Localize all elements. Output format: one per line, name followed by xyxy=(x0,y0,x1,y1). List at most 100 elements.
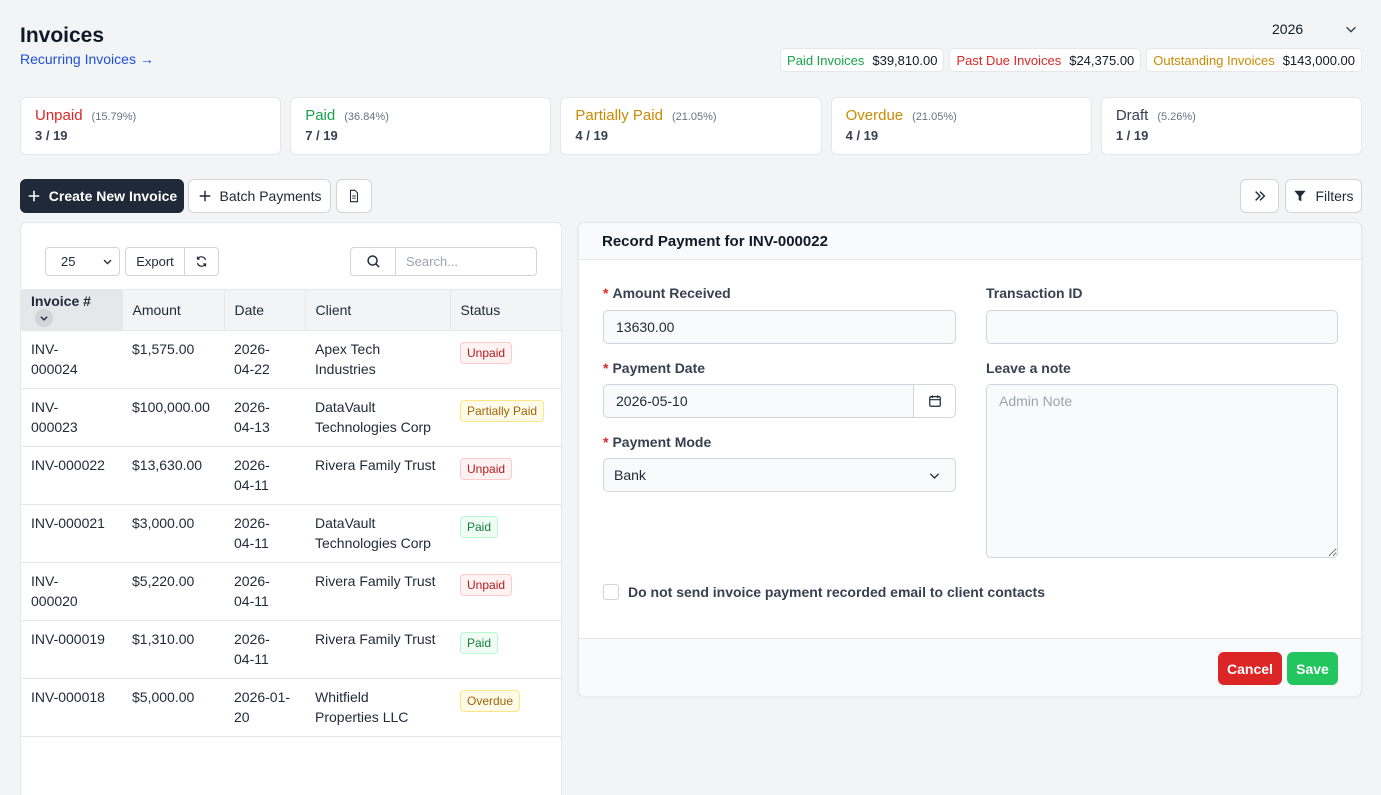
status-cell: Paid xyxy=(450,504,561,563)
plus-icon xyxy=(28,190,40,202)
status-cards: Unpaid (15.79%) 3 / 19 Paid (36.84%) 7 / 1… xyxy=(20,97,1363,155)
recurring-invoices-link[interactable]: Recurring Invoices → xyxy=(20,51,154,67)
client-cell: Whitfield Properties LLC xyxy=(305,678,450,737)
column-header-label: Invoice # xyxy=(31,292,91,309)
sort-chevron-icon[interactable] xyxy=(35,309,53,328)
status-badge: Paid xyxy=(460,632,499,654)
batch-payments-label: Batch Payments xyxy=(219,188,322,204)
stat-count: 3 / 19 xyxy=(35,128,68,143)
stat-percent: (21.05%) xyxy=(671,111,717,123)
status-badge: Overdue xyxy=(460,690,521,712)
calendar-icon xyxy=(928,395,941,407)
save-button[interactable]: Save xyxy=(1287,652,1338,685)
status-cell: Partially Paid xyxy=(450,388,561,447)
amount-received-input[interactable] xyxy=(603,310,956,344)
record-payment-title: Record Payment for INV-000022 xyxy=(579,223,1361,260)
column-header-invoice[interactable]: Invoice # xyxy=(21,289,123,331)
status-badge: Paid xyxy=(460,516,499,538)
stat-percent: (5.26%) xyxy=(1157,111,1196,123)
date-cell: 2026- 04-22 xyxy=(224,330,305,389)
total-past-due: Past Due Invoices $24,375.00 xyxy=(949,48,1142,72)
table-row[interactable]: INV-000022 $13,630.00 2026- 04-11 Rivera Fa… xyxy=(21,446,561,505)
payment-date-label: * Payment Date xyxy=(603,360,706,376)
transaction-id-input[interactable] xyxy=(986,310,1338,344)
stat-card-unpaid[interactable]: Unpaid (15.79%) 3 / 19 xyxy=(20,97,282,155)
plus-icon xyxy=(199,190,210,202)
invoice-table: Invoice # Amount Date Client Status INV-… xyxy=(21,289,561,737)
calendar-button[interactable] xyxy=(913,385,955,417)
date-cell: 2026- 04-11 xyxy=(224,562,305,621)
expand-button[interactable] xyxy=(1240,179,1279,213)
batch-payments-button[interactable]: Batch Payments xyxy=(188,179,331,213)
stat-name: Draft xyxy=(1115,107,1149,124)
payment-date-label-text: Payment Date xyxy=(612,360,706,376)
column-header-label: Date xyxy=(234,302,265,318)
chevron-down-icon xyxy=(1346,26,1356,33)
amount-received-label-text: Amount Received xyxy=(612,285,731,301)
table-row[interactable]: INV- 000024 $1,575.00 2026- 04-22 Apex Tech… xyxy=(21,330,561,389)
note-label: Leave a note xyxy=(986,360,1071,376)
search-icon xyxy=(366,255,380,268)
export-button[interactable]: Export xyxy=(126,248,185,275)
column-header-status[interactable]: Status xyxy=(450,289,561,331)
payment-date-value[interactable]: 2026-05-10 xyxy=(604,385,913,417)
payment-date-field[interactable]: 2026-05-10 xyxy=(603,384,956,418)
column-header-date[interactable]: Date xyxy=(224,289,306,331)
client-cell: Rivera Family Trust xyxy=(305,562,450,621)
stat-card-draft[interactable]: Draft (5.26%) 1 / 19 xyxy=(1100,97,1363,155)
per-page-value: 25 xyxy=(61,254,76,269)
amount-cell: $5,000.00 xyxy=(122,678,224,737)
suppress-email-checkbox[interactable] xyxy=(603,584,619,600)
total-amount: $24,375.00 xyxy=(1069,52,1135,68)
stat-name: Paid xyxy=(305,107,336,124)
filters-button[interactable]: Filters xyxy=(1285,179,1362,213)
stat-name: Partially Paid xyxy=(575,107,663,124)
suppress-email-option[interactable]: Do not send invoice payment recorded ema… xyxy=(603,584,1045,600)
client-cell: Rivera Family Trust xyxy=(305,620,450,679)
document-icon-button[interactable] xyxy=(336,179,372,213)
search-button[interactable] xyxy=(351,248,396,275)
filters-label: Filters xyxy=(1315,188,1354,204)
create-invoice-label: Create New Invoice xyxy=(48,188,178,204)
admin-note-textarea[interactable] xyxy=(986,384,1338,558)
create-invoice-button[interactable]: Create New Invoice xyxy=(20,179,184,213)
table-row[interactable]: INV-000019 $1,310.00 2026- 04-11 Rivera Fam… xyxy=(21,620,561,679)
record-payment-panel: Record Payment for INV-000022 * Amount Re… xyxy=(578,222,1362,696)
stat-card-partially-paid[interactable]: Partially Paid (21.05%) 4 / 19 xyxy=(560,97,822,155)
cancel-button[interactable]: Cancel xyxy=(1218,652,1282,685)
table-row[interactable]: INV- 000020 $5,220.00 2026- 04-11 Rivera Fa… xyxy=(21,562,561,621)
status-cell: Unpaid xyxy=(450,330,561,389)
invoice-number-cell: INV- 000023 xyxy=(21,388,122,447)
stat-card-paid[interactable]: Paid (36.84%) 7 / 19 xyxy=(290,97,552,155)
amount-cell: $13,630.00 xyxy=(122,446,224,505)
column-header-client[interactable]: Client xyxy=(305,289,451,331)
invoice-number-cell: INV-000022 xyxy=(21,446,122,505)
table-row[interactable]: INV-000021 $3,000.00 2026- 04-11 DataVault … xyxy=(21,504,561,563)
double-chevron-right-icon xyxy=(1254,191,1265,201)
date-cell: 2026- 04-11 xyxy=(224,504,305,563)
stat-percent: (15.79%) xyxy=(91,111,137,123)
amount-cell: $100,000.00 xyxy=(122,388,224,447)
stat-card-overdue[interactable]: Overdue (21.05%) 4 / 19 xyxy=(830,97,1092,155)
status-cell: Paid xyxy=(450,620,561,679)
column-header-amount[interactable]: Amount xyxy=(122,289,225,331)
invoice-number-cell: INV-000019 xyxy=(21,620,122,679)
total-amount: $143,000.00 xyxy=(1282,52,1355,68)
payment-mode-select[interactable]: Bank xyxy=(603,458,956,492)
date-cell: 2026- 04-11 xyxy=(224,620,305,679)
stat-percent: (21.05%) xyxy=(912,111,957,123)
payment-mode-label: * Payment Mode xyxy=(603,434,712,450)
status-badge: Unpaid xyxy=(460,458,513,480)
column-header-label: Status xyxy=(460,302,501,318)
status-badge: Unpaid xyxy=(460,342,513,364)
per-page-select[interactable]: 25 xyxy=(45,247,120,276)
table-row[interactable]: INV-000018 $5,000.00 2026-01- 20 Whitfield … xyxy=(21,678,561,737)
column-header-label: Amount xyxy=(132,302,181,318)
date-cell: 2026- 04-11 xyxy=(224,446,305,505)
page-title: Invoices xyxy=(20,24,105,47)
table-row[interactable]: INV- 000023 $100,000.00 2026- 04-13 DataVau… xyxy=(21,388,561,447)
refresh-icon xyxy=(196,256,207,267)
year-select[interactable]: 2026 xyxy=(1258,17,1362,41)
refresh-button[interactable] xyxy=(185,248,218,275)
search-input[interactable] xyxy=(396,248,536,275)
